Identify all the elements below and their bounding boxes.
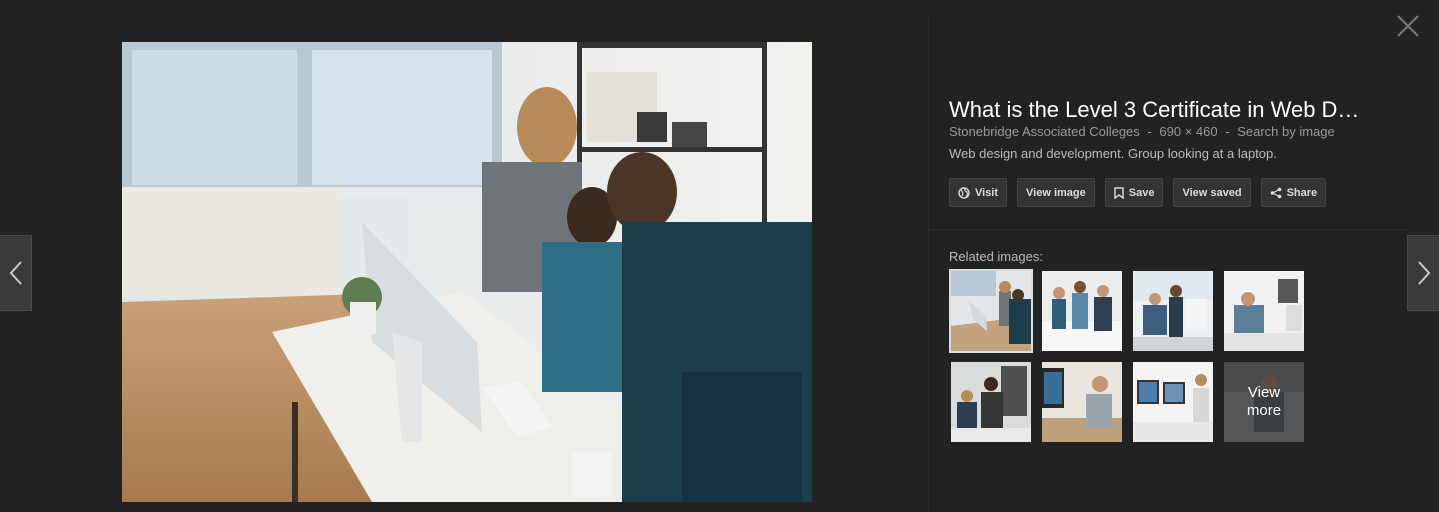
source-site[interactable]: Stonebridge Associated Colleges <box>949 124 1140 139</box>
separator: - <box>1225 124 1230 139</box>
image-title[interactable]: What is the Level 3 Certificate in Web D… <box>949 97 1369 123</box>
thumbnail-image <box>1224 271 1304 351</box>
thumbnail-image <box>1133 271 1213 351</box>
image-meta: Stonebridge Associated Colleges - 690 × … <box>949 124 1335 139</box>
share-button[interactable]: Share <box>1260 178 1327 207</box>
section-divider <box>929 229 1407 230</box>
save-button[interactable]: Save <box>1104 178 1164 207</box>
related-images-label: Related images: <box>949 249 1043 264</box>
view-saved-label: View saved <box>1182 186 1242 199</box>
visit-button[interactable]: Visit <box>949 178 1008 207</box>
visit-label: Visit <box>975 186 999 199</box>
close-button[interactable] <box>1394 12 1422 40</box>
main-preview-image[interactable] <box>122 42 812 502</box>
chevron-left-icon <box>9 261 22 285</box>
view-more-thumbnail[interactable]: View more <box>1224 362 1304 442</box>
related-images-grid: View more <box>949 269 1309 445</box>
thumbnail-image <box>951 362 1031 442</box>
related-thumbnail[interactable] <box>951 362 1031 442</box>
previous-image-button[interactable] <box>0 235 32 311</box>
related-thumbnail[interactable] <box>1133 362 1213 442</box>
bookmark-icon <box>1114 186 1124 199</box>
related-thumbnail[interactable] <box>1042 362 1122 442</box>
related-thumbnail[interactable] <box>1224 271 1304 351</box>
globe-icon <box>958 186 970 199</box>
share-icon <box>1270 187 1281 198</box>
panel-divider <box>928 14 929 512</box>
close-icon <box>1397 15 1419 37</box>
view-saved-button[interactable]: View saved <box>1173 178 1251 207</box>
chevron-right-icon <box>1417 261 1430 285</box>
image-description: Web design and development. Group lookin… <box>949 146 1277 161</box>
thumbnail-image <box>1133 362 1213 442</box>
separator: - <box>1147 124 1152 139</box>
thumbnail-image <box>1042 362 1122 442</box>
view-image-button[interactable]: View image <box>1017 178 1095 207</box>
related-thumbnail[interactable] <box>1042 271 1122 351</box>
action-bar: Visit View image Save View saved Share <box>949 178 1327 207</box>
related-thumbnail[interactable] <box>949 269 1033 353</box>
view-image-label: View image <box>1026 186 1086 199</box>
image-dimensions: 690 × 460 <box>1159 124 1218 139</box>
next-image-button[interactable] <box>1407 235 1439 311</box>
search-by-image-link[interactable]: Search by image <box>1237 124 1335 139</box>
thumbnail-image <box>951 271 1031 351</box>
share-label: Share <box>1286 186 1318 199</box>
related-thumbnail[interactable] <box>1133 271 1213 351</box>
view-more-label: View more <box>1224 362 1304 442</box>
thumbnail-image <box>1042 271 1122 351</box>
save-label: Save <box>1128 186 1155 199</box>
